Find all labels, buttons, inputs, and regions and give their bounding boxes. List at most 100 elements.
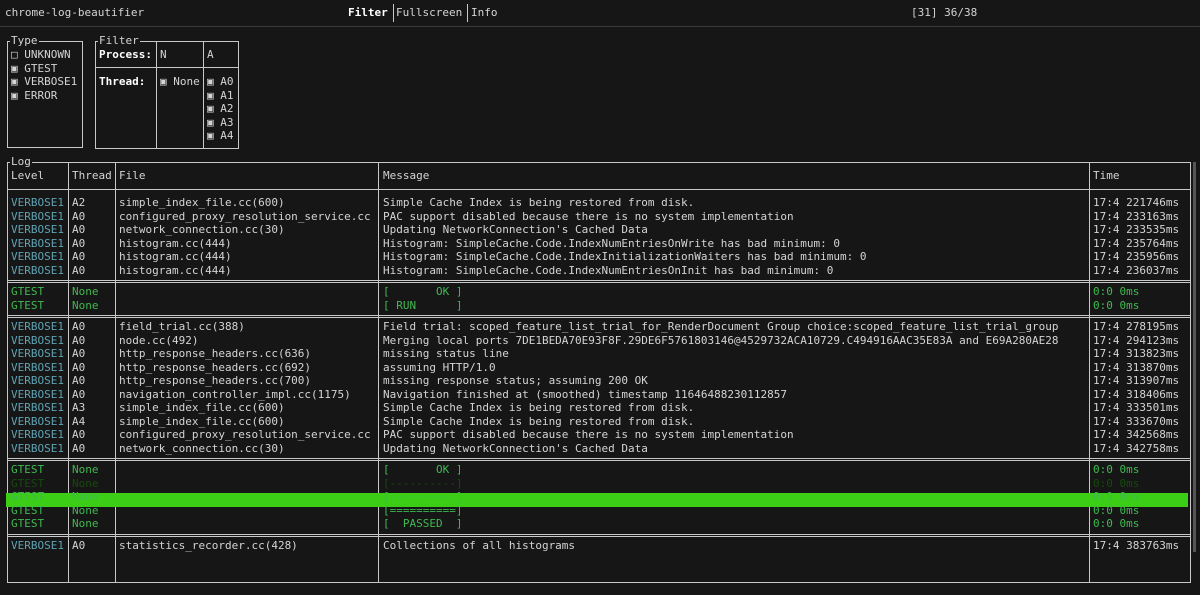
cell-thread: A0 <box>72 263 86 277</box>
checkbox-checked-icon: ▣ <box>11 75 18 88</box>
header-thread[interactable]: Thread <box>72 169 112 183</box>
cell-message: Simple Cache Index is being restored fro… <box>383 414 695 428</box>
cell-file: http_response_headers.cc(700) <box>119 374 312 387</box>
thread-none-checkbox[interactable]: ▣ None <box>160 75 200 89</box>
header-time[interactable]: Time <box>1093 169 1120 183</box>
cell-level: VERBOSE1 <box>11 223 64 236</box>
cell-level: GTEST <box>11 298 45 312</box>
checkbox-checked-icon: ▣ <box>11 88 18 102</box>
cell-message: [ PASSED ] <box>383 517 463 530</box>
column-divider <box>115 162 116 583</box>
group-divider <box>7 460 1191 461</box>
cell-thread: None <box>72 490 99 503</box>
thread-label: Thread: <box>99 75 146 88</box>
thread-checkbox-a4[interactable]: ▣ A4 <box>207 129 234 143</box>
cell-level: VERBOSE1 <box>11 441 64 455</box>
cell-time: 17:4 333670ms <box>1093 414 1180 428</box>
cell-time: 17:4 342568ms <box>1093 428 1180 441</box>
cell-level: GTEST <box>11 476 45 490</box>
tab-filter[interactable]: Filter <box>348 6 388 20</box>
cell-time: 0:0 0ms <box>1093 298 1140 312</box>
entry-counter: [31] 36/38 <box>911 6 978 19</box>
thread-checkbox-a0[interactable]: ▣ A0 <box>207 75 234 89</box>
cell-level: VERBOSE1 <box>11 209 64 223</box>
column-divider <box>378 162 379 583</box>
cell-thread: A0 <box>72 250 86 263</box>
cell-time: 0:0 0ms <box>1093 490 1140 503</box>
tab-info[interactable]: Info <box>471 6 498 20</box>
cell-level: VERBOSE1 <box>11 320 64 333</box>
cell-message: Histogram: SimpleCache.Code.IndexNumEntr… <box>383 263 834 277</box>
cell-thread: A3 <box>72 401 86 414</box>
cell-file: simple_index_file.cc(600) <box>119 414 285 428</box>
cell-time: 17:4 313870ms <box>1093 360 1180 374</box>
process-option-a[interactable]: A <box>207 48 214 62</box>
cell-time: 17:4 221746ms <box>1093 196 1180 209</box>
cell-level: VERBOSE1 <box>11 414 64 428</box>
cell-level: VERBOSE1 <box>11 387 64 401</box>
cell-level: VERBOSE1 <box>11 374 64 387</box>
type-checkbox-label: UNKNOWN <box>17 48 71 61</box>
thread-checkbox-label: A2 <box>213 102 234 115</box>
type-checkbox-unknown[interactable]: □ UNKNOWN <box>11 48 71 62</box>
type-checkbox-gtest[interactable]: ▣ GTEST <box>11 62 57 76</box>
group-divider <box>7 280 1191 281</box>
cell-message: PAC support disabled because there is no… <box>383 428 794 441</box>
cell-level: VERBOSE1 <box>11 263 64 277</box>
tab-fullscreen[interactable]: Fullscreen <box>396 6 462 20</box>
cell-message: [ RUN ] <box>383 298 463 312</box>
header-level[interactable]: Level <box>11 169 44 183</box>
cell-thread: A0 <box>72 223 86 236</box>
cell-file: navigation_controller_impl.cc(1175) <box>119 387 351 401</box>
thread-checkbox-label: A0 <box>213 75 234 88</box>
checkbox-checked-icon: ▣ <box>160 75 167 88</box>
cell-thread: A0 <box>72 347 86 360</box>
cell-message: [==========] <box>383 503 463 517</box>
type-checkbox-error[interactable]: ▣ ERROR <box>11 89 57 103</box>
cell-time: 17:4 333501ms <box>1093 401 1180 414</box>
group-divider <box>7 535 1191 537</box>
cell-file: simple_index_file.cc(600) <box>119 401 285 414</box>
cell-level: VERBOSE1 <box>11 196 64 209</box>
header-message[interactable]: Message <box>383 169 429 183</box>
checkbox-checked-icon: ▣ <box>207 75 214 88</box>
cell-file: http_response_headers.cc(692) <box>119 360 312 374</box>
cell-message: [ OK ] <box>383 463 463 476</box>
top-divider <box>0 26 1200 27</box>
cell-message: Collections of all histograms <box>383 538 576 552</box>
header-file[interactable]: File <box>119 169 146 183</box>
thread-checkbox-a1[interactable]: ▣ A1 <box>207 89 234 103</box>
cell-message: missing response status; assuming 200 OK <box>383 374 648 387</box>
thread-checkbox-a3[interactable]: ▣ A3 <box>207 116 234 130</box>
group-divider <box>7 315 1191 316</box>
cell-message: Updating NetworkConnection's Cached Data <box>383 223 648 236</box>
type-checkbox-verbose1[interactable]: ▣ VERBOSE1 <box>11 75 77 89</box>
cell-file: network_connection.cc(30) <box>119 441 285 455</box>
cell-time: 0:0 0ms <box>1093 503 1140 517</box>
type-checkbox-label: VERBOSE1 <box>17 75 78 88</box>
cell-thread: None <box>72 476 99 490</box>
cell-message: Histogram: SimpleCache.Code.IndexInitial… <box>383 250 867 263</box>
cell-thread: A0 <box>72 333 86 347</box>
process-input[interactable]: N <box>160 48 167 62</box>
cell-level: GTEST <box>11 285 45 298</box>
checkbox-unchecked-icon: □ <box>11 48 18 61</box>
cell-thread: A0 <box>72 428 86 441</box>
cell-time: 17:4 236037ms <box>1093 263 1180 277</box>
cell-level: VERBOSE1 <box>11 401 64 414</box>
checkbox-checked-icon: ▣ <box>11 61 18 75</box>
cell-message: [----------] <box>383 490 463 503</box>
cell-level: GTEST <box>11 463 45 476</box>
cell-thread: None <box>72 503 99 517</box>
cell-message: assuming HTTP/1.0 <box>383 360 496 374</box>
cell-time: 17:4 235956ms <box>1093 250 1180 263</box>
thread-checkbox-a2[interactable]: ▣ A2 <box>207 102 234 116</box>
cell-file: configured_proxy_resolution_service.cc <box>119 209 371 223</box>
checkbox-checked-icon: ▣ <box>207 115 214 129</box>
cell-message: Simple Cache Index is being restored fro… <box>383 401 695 414</box>
group-divider <box>7 317 1191 318</box>
cell-message: [ OK ] <box>383 285 463 298</box>
cell-level: VERBOSE1 <box>11 347 64 360</box>
log-scrollbar[interactable] <box>1193 162 1196 552</box>
cell-level: VERBOSE1 <box>11 333 64 347</box>
